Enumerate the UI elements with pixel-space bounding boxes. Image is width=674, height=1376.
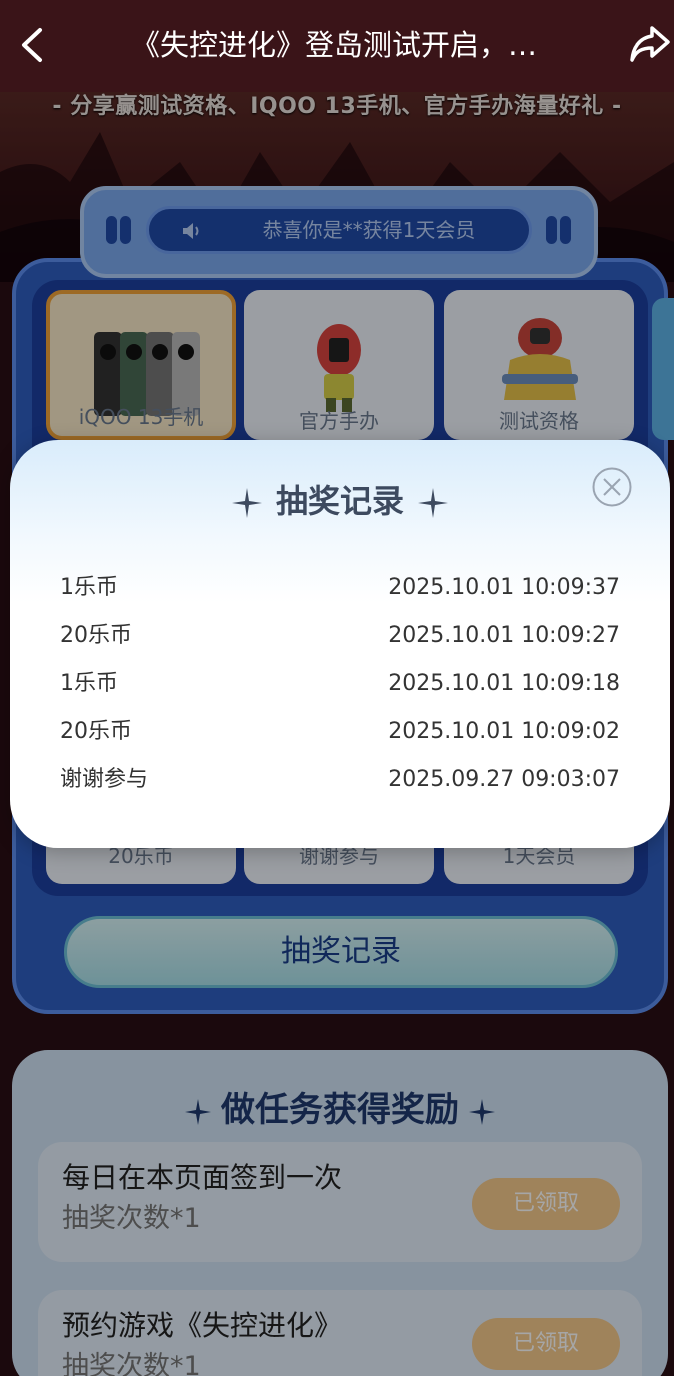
record-time: 2025.10.01 10:09:18 [388, 671, 620, 696]
record-prize: 1乐币 [60, 671, 118, 696]
modal-close-button[interactable] [592, 467, 632, 507]
record-row: 20乐币 2025.10.01 10:09:02 [60, 712, 620, 752]
record-time: 2025.10.01 10:09:27 [388, 623, 620, 648]
record-prize: 20乐币 [60, 719, 132, 744]
record-time: 2025.09.27 09:03:07 [388, 767, 620, 792]
close-icon [592, 467, 632, 507]
modal-title-text: 抽奖记录 [275, 482, 404, 520]
sparkle-icon [418, 488, 448, 518]
record-row: 20乐币 2025.10.01 10:09:27 [60, 616, 620, 656]
record-prize: 20乐币 [60, 623, 132, 648]
share-button[interactable] [626, 20, 674, 68]
sparkle-icon [231, 488, 262, 518]
record-row: 1乐币 2025.10.01 10:09:18 [60, 664, 620, 704]
record-time: 2025.10.01 10:09:37 [388, 575, 620, 600]
modal-title: 抽奖记录 [10, 476, 670, 522]
back-button[interactable] [14, 22, 54, 68]
record-time: 2025.10.01 10:09:02 [388, 719, 620, 744]
record-row: 1乐币 2025.10.01 10:09:37 [60, 568, 620, 608]
lottery-record-modal: 抽奖记录 1乐币 2025.10.01 10:09:37 20乐币 2025.1… [10, 440, 670, 848]
chevron-left-icon [22, 28, 42, 62]
page-title: 《失控进化》登岛测试开启，… [130, 28, 537, 62]
share-icon [630, 26, 670, 62]
record-prize: 1乐币 [60, 575, 118, 600]
record-prize: 谢谢参与 [60, 767, 149, 792]
top-nav-bar: 《失控进化》登岛测试开启，… [0, 0, 674, 92]
record-row: 谢谢参与 2025.09.27 09:03:07 [60, 760, 620, 800]
